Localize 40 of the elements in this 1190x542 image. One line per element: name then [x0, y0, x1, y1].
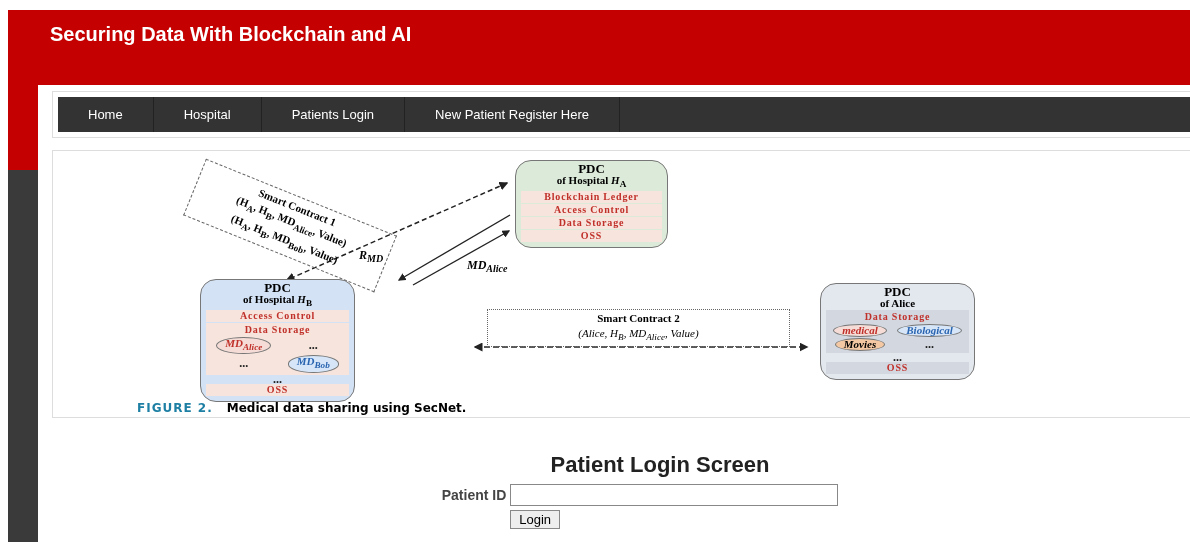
- layer-label: Data Storage: [864, 311, 931, 323]
- ellipsis: ...: [308, 342, 318, 350]
- nav-link[interactable]: Home: [58, 97, 154, 132]
- node-subtitle: of Hospital H$_{A}$: [556, 175, 627, 191]
- nav-link[interactable]: New Patient Register Here: [405, 97, 620, 132]
- data-bubble: MD$_{Alice}$: [216, 337, 272, 355]
- node-subtitle: of Alice: [879, 298, 916, 309]
- ellipsis: ...: [925, 341, 934, 348]
- node-subtitle: of Hospital H$_{B}$: [242, 294, 313, 310]
- layer-label: Blockchain Ledger: [521, 191, 662, 204]
- layer-label: Access Control: [521, 204, 662, 217]
- ellipsis: ...: [893, 354, 902, 361]
- nav-link[interactable]: Hospital: [153, 97, 262, 132]
- data-bubble: Movies: [834, 338, 886, 351]
- screen-title: Patient Login Screen: [550, 452, 770, 478]
- data-bubble: Biological: [897, 324, 962, 337]
- layer-label: OSS: [826, 362, 969, 374]
- node-title: PDC: [578, 163, 605, 174]
- figure-label: FIGURE 2.: [137, 401, 213, 415]
- data-bubble: medical: [833, 324, 887, 337]
- data-bubble: MD$_{Bob}$: [287, 355, 339, 373]
- nav-link[interactable]: Patients Login: [261, 97, 406, 132]
- layer-label: OSS: [206, 383, 349, 396]
- arrow-label: MD$_{Alice}$: [467, 258, 508, 275]
- layer-label: Access Control: [206, 310, 349, 323]
- layer-label: OSS: [521, 230, 662, 243]
- node-title: PDC: [884, 286, 911, 297]
- contract-params: (Alice, H$_{B}$, MD$_{Alice}$, Value): [577, 326, 700, 345]
- ellipsis: ...: [239, 360, 249, 368]
- node-title: PDC: [264, 282, 291, 293]
- ellipsis: ...: [273, 375, 282, 383]
- site-title: Securing Data With Blockchain and AI: [50, 22, 412, 46]
- field-label: Patient ID: [441, 487, 507, 503]
- layer-label: Data Storage: [244, 324, 311, 337]
- figure-caption: Medical data sharing using SecNet.: [226, 401, 467, 415]
- layer-label: Data Storage: [521, 217, 662, 230]
- login-button[interactable]: Login: [510, 510, 561, 529]
- contract-title: Smart Contract 2: [596, 311, 681, 326]
- patient-id-field[interactable]: [510, 484, 839, 506]
- arrow-label: R$_{MD}$: [359, 248, 384, 265]
